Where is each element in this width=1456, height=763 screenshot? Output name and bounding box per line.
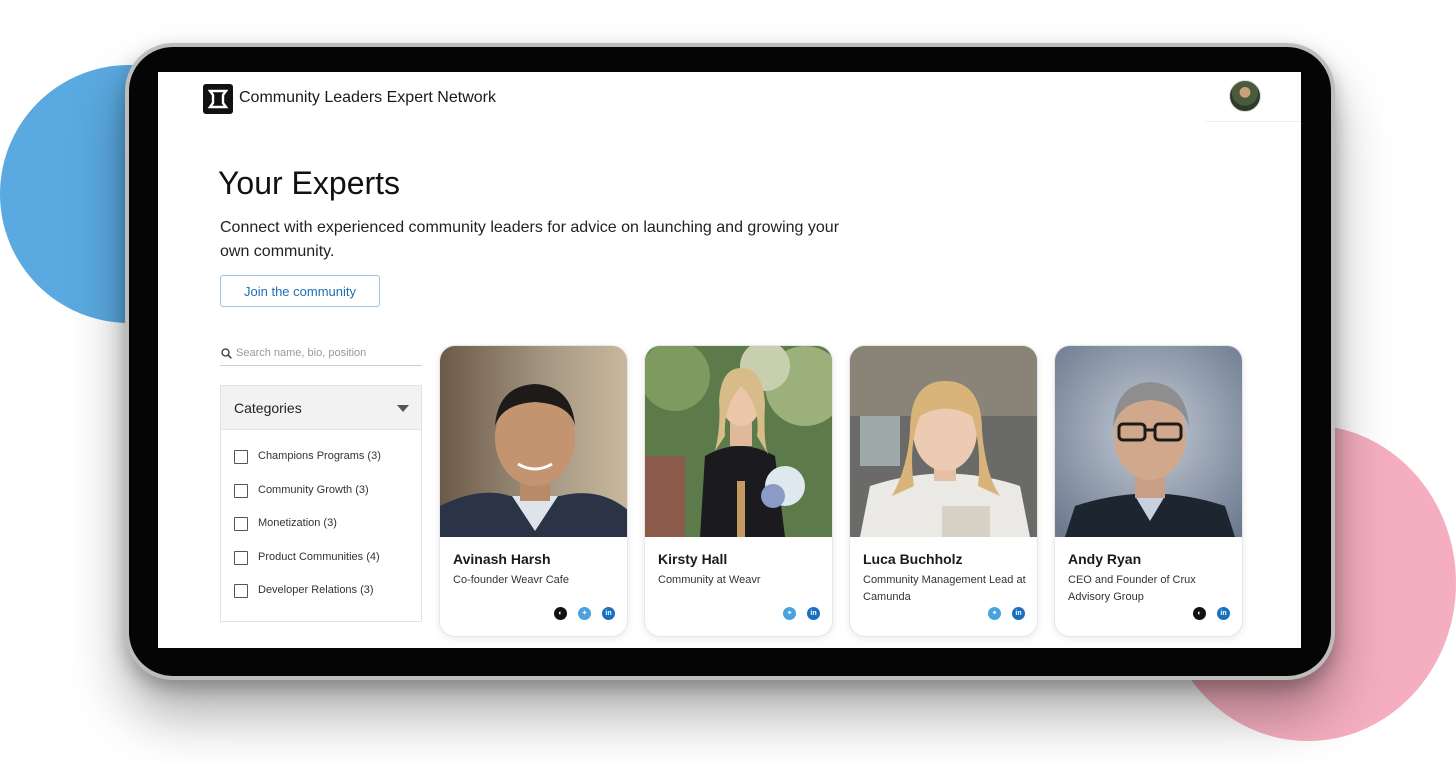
twitter-icon[interactable]: ✦: [783, 607, 796, 620]
expert-card-andy-ryan[interactable]: Andy Ryan CEO and Founder of Crux Adviso…: [1054, 345, 1243, 637]
expert-socials: ◐ in: [1193, 607, 1230, 620]
category-monetization[interactable]: Monetization (3): [234, 516, 381, 550]
globe-icon[interactable]: ◐: [1193, 607, 1206, 620]
page-description: Connect with experienced community leade…: [220, 219, 840, 260]
expert-socials: ◐ ✦ in: [554, 607, 615, 620]
linkedin-icon[interactable]: in: [602, 607, 615, 620]
expert-card-kirsty-hall[interactable]: Kirsty Hall Community at Weavr ✦ in: [644, 345, 833, 637]
expert-photo: [1055, 346, 1242, 537]
expert-name: Kirsty Hall: [658, 551, 728, 567]
categories-list: Champions Programs (3) Community Growth …: [234, 449, 381, 617]
expert-role: Community Management Lead at Camunda: [863, 574, 1026, 603]
twitter-icon[interactable]: ✦: [578, 607, 591, 620]
globe-icon[interactable]: ◐: [554, 607, 567, 620]
page-title: Your Experts: [218, 165, 401, 201]
category-label: Monetization (3): [258, 517, 337, 529]
top-bar: Community Leaders Expert Network: [158, 72, 1301, 124]
category-champions-programs[interactable]: Champions Programs (3): [234, 449, 381, 483]
expert-role: Co-founder Weavr Cafe: [453, 574, 569, 586]
search-input[interactable]: [236, 344, 420, 362]
expert-role: CEO and Founder of Crux Advisory Group: [1068, 574, 1196, 603]
expert-name: Avinash Harsh: [453, 551, 551, 567]
expert-role: Community at Weavr: [658, 574, 761, 586]
expert-socials: ✦ in: [783, 607, 820, 620]
categories-panel: Categories Champions Programs (3) Commun…: [220, 385, 422, 622]
expert-name: Luca Buchholz: [863, 551, 963, 567]
category-checkbox[interactable]: [234, 584, 248, 598]
app-screen: Community Leaders Expert Network Your Ex…: [158, 72, 1301, 648]
app-logo-icon[interactable]: [203, 84, 233, 114]
categories-toggle[interactable]: Categories: [221, 386, 421, 430]
user-avatar[interactable]: [1229, 80, 1261, 112]
app-title: Community Leaders Expert Network: [239, 89, 496, 106]
linkedin-icon[interactable]: in: [807, 607, 820, 620]
category-checkbox[interactable]: [234, 450, 248, 464]
expert-photo: [440, 346, 627, 537]
linkedin-icon[interactable]: in: [1012, 607, 1025, 620]
category-label: Product Communities (4): [258, 550, 380, 563]
expert-card-luca-buchholz[interactable]: Luca Buchholz Community Management Lead …: [849, 345, 1038, 637]
categories-title: Categories: [234, 400, 302, 416]
header-divider: [1205, 121, 1301, 122]
join-community-button[interactable]: Join the community: [220, 275, 380, 307]
tablet-frame: Community Leaders Expert Network Your Ex…: [125, 43, 1335, 680]
search-icon: [221, 348, 232, 359]
category-community-growth[interactable]: Community Growth (3): [234, 483, 381, 517]
caret-down-icon: [397, 405, 409, 412]
category-checkbox[interactable]: [234, 517, 248, 531]
expert-photo: [645, 346, 832, 537]
category-developer-relations[interactable]: Developer Relations (3): [234, 583, 381, 617]
expert-card-avinash-harsh[interactable]: Avinash Harsh Co-founder Weavr Cafe ◐ ✦ …: [439, 345, 628, 637]
category-product-communities[interactable]: Product Communities (4): [234, 550, 381, 584]
expert-socials: ✦ in: [988, 607, 1025, 620]
expert-name: Andy Ryan: [1068, 551, 1142, 567]
expert-photo: [850, 346, 1037, 537]
category-label: Developer Relations (3): [258, 584, 374, 596]
linkedin-icon[interactable]: in: [1217, 607, 1230, 620]
category-label: Champions Programs (3): [258, 450, 381, 462]
category-checkbox[interactable]: [234, 483, 248, 498]
search-box: [220, 342, 422, 366]
twitter-icon[interactable]: ✦: [988, 607, 1001, 620]
category-label: Community Growth (3): [258, 483, 369, 496]
category-checkbox[interactable]: [234, 550, 248, 565]
